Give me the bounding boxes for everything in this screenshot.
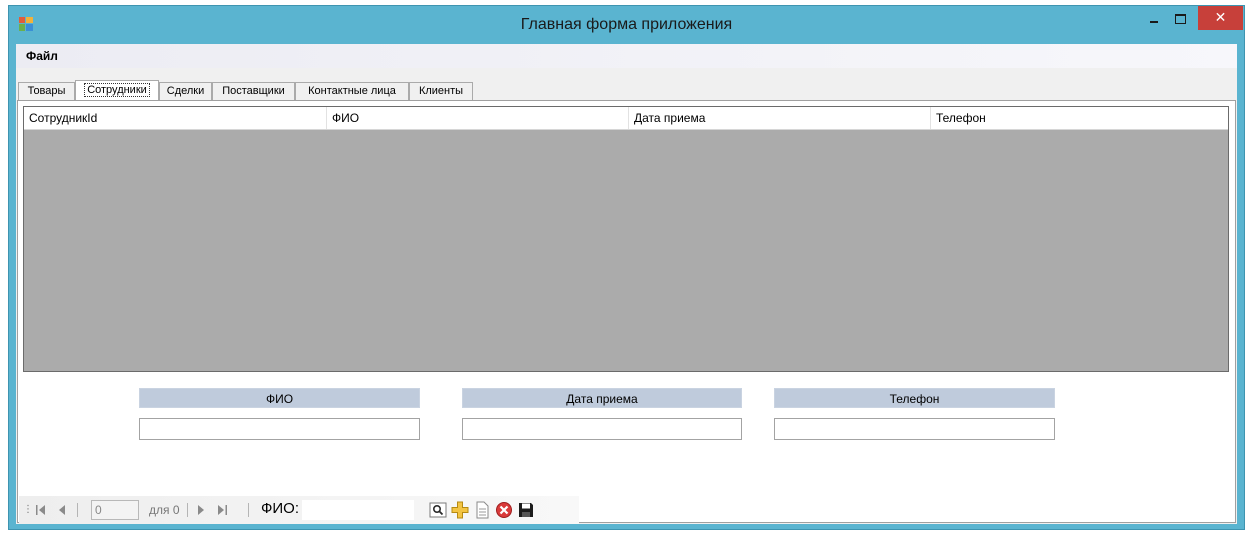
document-icon[interactable] — [473, 501, 491, 519]
search-input[interactable] — [302, 500, 414, 520]
app-window: Главная форма приложения ✕ Файл Товары С… — [8, 5, 1245, 530]
delete-icon[interactable] — [495, 501, 513, 519]
client-area: Файл Товары Сотрудники Сделки Поставщики… — [16, 44, 1237, 524]
minimize-button[interactable] — [1141, 6, 1167, 30]
column-header-fio[interactable]: ФИО — [327, 107, 629, 129]
column-header-id[interactable]: СотрудникId — [24, 107, 327, 129]
position-input[interactable] — [91, 500, 139, 520]
search-label: ФИО: — [261, 500, 300, 517]
move-last-icon[interactable] — [217, 505, 227, 515]
fio-label: ФИО — [139, 388, 420, 408]
close-icon: ✕ — [1214, 9, 1227, 25]
title-bar[interactable]: Главная форма приложения ✕ — [9, 6, 1244, 44]
hire-date-field[interactable] — [462, 418, 742, 440]
separator — [187, 503, 188, 517]
employees-grid[interactable]: СотрудникId ФИО Дата приема Телефон — [23, 106, 1229, 372]
count-label: для 0 — [149, 503, 180, 517]
column-header-phone[interactable]: Телефон — [931, 107, 1228, 129]
tab-goods[interactable]: Товары — [18, 82, 75, 100]
hire-date-label: Дата приема — [462, 388, 742, 408]
phone-label: Телефон — [774, 388, 1055, 408]
grip-handle[interactable]: ⋮ — [23, 501, 33, 519]
add-icon[interactable] — [451, 501, 469, 519]
maximize-icon — [1175, 14, 1186, 24]
save-icon[interactable] — [517, 501, 535, 519]
minimize-icon — [1150, 21, 1158, 23]
menu-file[interactable]: Файл — [26, 49, 58, 63]
separator — [248, 503, 249, 517]
close-button[interactable]: ✕ — [1198, 6, 1243, 30]
separator — [77, 503, 78, 517]
binding-navigator: ⋮ для 0 ФИО: — [19, 496, 579, 524]
move-first-icon[interactable] — [36, 505, 46, 515]
fio-field[interactable] — [139, 418, 420, 440]
move-next-icon[interactable] — [197, 505, 205, 515]
grid-header: СотрудникId ФИО Дата приема Телефон — [24, 107, 1228, 130]
tab-page-employees: СотрудникId ФИО Дата приема Телефон ФИО … — [17, 100, 1236, 524]
tab-contacts[interactable]: Контактные лица — [295, 82, 409, 100]
tab-clients[interactable]: Клиенты — [409, 82, 473, 100]
tab-suppliers[interactable]: Поставщики — [212, 82, 295, 100]
search-icon[interactable] — [429, 501, 447, 519]
tab-deals[interactable]: Сделки — [159, 82, 212, 100]
maximize-button[interactable] — [1167, 6, 1193, 30]
tab-employees[interactable]: Сотрудники — [75, 80, 159, 101]
move-previous-icon[interactable] — [58, 505, 66, 515]
phone-field[interactable] — [774, 418, 1055, 440]
window-title: Главная форма приложения — [520, 16, 733, 33]
menu-bar: Файл — [16, 44, 1237, 68]
column-header-hire-date[interactable]: Дата приема — [629, 107, 931, 129]
